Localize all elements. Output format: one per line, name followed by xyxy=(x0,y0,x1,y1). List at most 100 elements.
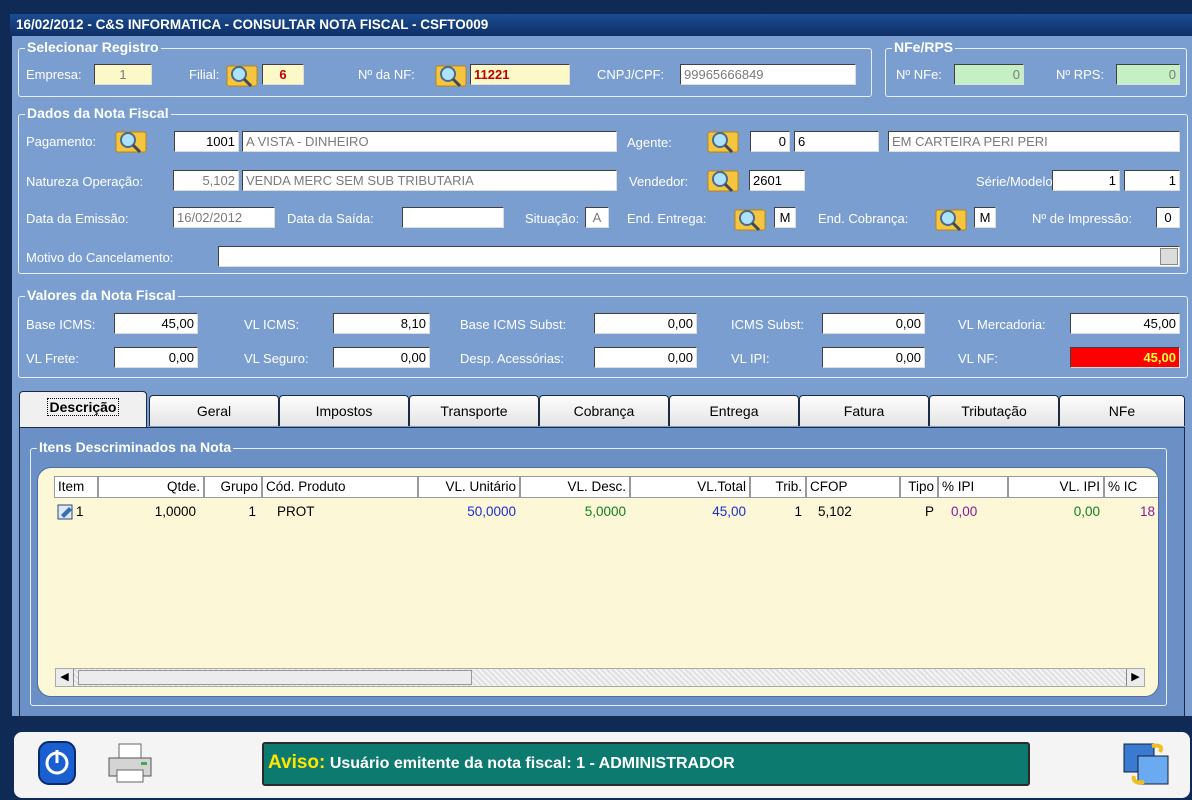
tab-nfe[interactable]: NFe xyxy=(1059,395,1185,426)
emissao-field[interactable]: 16/02/2012 xyxy=(173,207,275,228)
filial-label: Filial: xyxy=(189,67,220,82)
natureza-description-field[interactable]: VENDA MERC SEM SUB TRIBUTARIA xyxy=(242,170,617,191)
situacao-field[interactable]: A xyxy=(585,207,609,228)
search-vendedor-button[interactable] xyxy=(706,165,740,193)
col-header-icms-percent[interactable]: % IC xyxy=(1104,476,1158,498)
folder-search-icon xyxy=(435,65,467,88)
col-header-vl-total[interactable]: VL.Total xyxy=(630,476,750,498)
nf-number-label: Nº da NF: xyxy=(358,67,415,82)
empresa-field[interactable]: 1 xyxy=(94,64,152,85)
base-icms-field[interactable]: 45,00 xyxy=(114,313,198,334)
agente-code2-field[interactable]: 6 xyxy=(794,131,879,152)
cnpj-label: CNPJ/CPF: xyxy=(597,67,665,82)
tab-cobranca[interactable]: Cobrança xyxy=(539,395,669,426)
desp-acessorias-field[interactable]: 0,00 xyxy=(594,347,697,368)
tab-tributacao[interactable]: Tributação xyxy=(929,395,1059,426)
tab-entrega[interactable]: Entrega xyxy=(669,395,799,426)
cell-icms-percent: 18 xyxy=(1140,504,1156,519)
serie-field[interactable]: 1 xyxy=(1052,170,1120,191)
tab-geral[interactable]: Geral xyxy=(149,395,279,426)
col-header-vl-unitario[interactable]: VL. Unitário xyxy=(418,476,520,498)
scrollbar-thumb[interactable] xyxy=(78,670,472,685)
end-cobranca-label: End. Cobrança: xyxy=(818,211,909,226)
saida-field[interactable] xyxy=(402,207,504,228)
cell-item: 1 xyxy=(76,504,84,519)
cell-vl-total: 45,00 xyxy=(712,504,746,519)
situacao-label: Situação: xyxy=(525,211,580,226)
col-header-item[interactable]: Item xyxy=(54,476,98,498)
memo-scroll-button[interactable] xyxy=(1160,248,1178,265)
col-header-qtde[interactable]: Qtde. xyxy=(98,476,204,498)
window-swap-icon xyxy=(1123,743,1169,785)
cell-tipo: P xyxy=(924,504,934,519)
icms-subst-label: ICMS Subst: xyxy=(731,317,804,332)
tab-descricao[interactable]: Descrição xyxy=(19,391,147,427)
natureza-label: Natureza Operação: xyxy=(26,174,144,189)
vl-mercadoria-field[interactable]: 45,00 xyxy=(1070,313,1180,334)
pagamento-code-field[interactable]: 1001 xyxy=(174,131,239,152)
row-edit-icon xyxy=(57,504,73,520)
nf-number-field[interactable]: 11221 xyxy=(470,64,570,85)
search-pagamento-button[interactable] xyxy=(114,126,148,154)
nfe-number-field[interactable]: 0 xyxy=(954,64,1024,85)
folder-search-icon xyxy=(115,131,147,154)
search-filial-button[interactable] xyxy=(225,60,259,88)
vl-frete-field[interactable]: 0,00 xyxy=(114,347,198,368)
base-icms-subst-field[interactable]: 0,00 xyxy=(594,313,697,334)
rps-number-field[interactable]: 0 xyxy=(1116,64,1180,85)
agente-code-field[interactable]: 0 xyxy=(750,131,790,152)
icms-subst-field[interactable]: 0,00 xyxy=(822,313,925,334)
cell-cfop: 5,102 xyxy=(818,504,852,519)
pagamento-description-field[interactable]: A VISTA - DINHEIRO xyxy=(242,131,617,152)
itens-title: Itens Descriminados na Nota xyxy=(37,439,234,455)
exit-button[interactable] xyxy=(38,740,76,786)
natureza-code-field[interactable]: 5,102 xyxy=(173,170,239,191)
switch-window-button[interactable] xyxy=(1122,740,1172,788)
search-agente-button[interactable] xyxy=(706,126,740,154)
col-header-vl-ipi[interactable]: VL. IPI xyxy=(1008,476,1104,498)
folder-search-icon xyxy=(707,170,739,193)
impressao-field[interactable]: 0 xyxy=(1156,207,1180,228)
vendedor-label: Vendedor: xyxy=(629,174,689,189)
aviso-key: Aviso: xyxy=(268,752,326,773)
modelo-field[interactable]: 1 xyxy=(1124,170,1180,191)
col-header-cod-produto[interactable]: Cód. Produto xyxy=(262,476,418,498)
nfe-rps-title: NFe/RPS xyxy=(892,39,956,55)
agente-description-field[interactable]: EM CARTEIRA PERI PERI xyxy=(888,131,1180,152)
vl-ipi-field[interactable]: 0,00 xyxy=(822,347,925,368)
vl-seguro-label: VL Seguro: xyxy=(244,351,309,366)
tab-fatura[interactable]: Fatura xyxy=(799,395,929,426)
search-nf-button[interactable] xyxy=(434,60,468,88)
col-header-grupo[interactable]: Grupo xyxy=(204,476,262,498)
col-header-tipo[interactable]: Tipo xyxy=(900,476,938,498)
tab-impostos[interactable]: Impostos xyxy=(279,395,409,426)
col-header-ipi-percent[interactable]: % IPI xyxy=(938,476,1008,498)
print-button[interactable] xyxy=(105,740,155,786)
search-cobranca-button[interactable] xyxy=(934,204,968,232)
end-entrega-field[interactable]: M xyxy=(774,207,796,228)
empresa-label: Empresa: xyxy=(26,67,82,82)
col-header-cfop[interactable]: CFOP xyxy=(806,476,900,498)
cell-grupo: 1 xyxy=(248,504,256,519)
impressao-label: Nº de Impressão: xyxy=(1032,211,1133,226)
tab-transporte[interactable]: Transporte xyxy=(409,395,539,426)
vendedor-field[interactable]: 2601 xyxy=(749,170,805,191)
col-header-vl-desc[interactable]: VL. Desc. xyxy=(520,476,630,498)
cell-ipi-percent: 0,00 xyxy=(951,504,978,519)
scroll-left-icon[interactable]: ◀ xyxy=(56,669,74,686)
motivo-cancelamento-field[interactable] xyxy=(218,246,1180,267)
cnpj-field[interactable]: 99965666849 xyxy=(680,64,856,85)
items-grid[interactable]: Item Qtde. Grupo Cód. Produto VL. Unitár… xyxy=(37,467,1159,697)
col-header-trib[interactable]: Trib. xyxy=(750,476,806,498)
desp-acessorias-label: Desp. Acessórias: xyxy=(460,351,565,366)
motivo-cancelamento-label: Motivo do Cancelamento: xyxy=(26,250,174,265)
application-window: 16/02/2012 - C&S INFORMATICA - CONSULTAR… xyxy=(0,0,1192,800)
vl-seguro-field[interactable]: 0,00 xyxy=(333,347,430,368)
filial-field[interactable]: 6 xyxy=(262,64,304,85)
search-entrega-button[interactable] xyxy=(733,204,767,232)
scroll-right-icon[interactable]: ▶ xyxy=(1126,669,1144,686)
end-cobranca-field[interactable]: M xyxy=(974,207,996,228)
horizontal-scrollbar[interactable]: ◀ ▶ xyxy=(55,668,1145,687)
vl-icms-field[interactable]: 8,10 xyxy=(333,313,430,334)
vl-nf-field[interactable]: 45,00 xyxy=(1070,347,1180,368)
